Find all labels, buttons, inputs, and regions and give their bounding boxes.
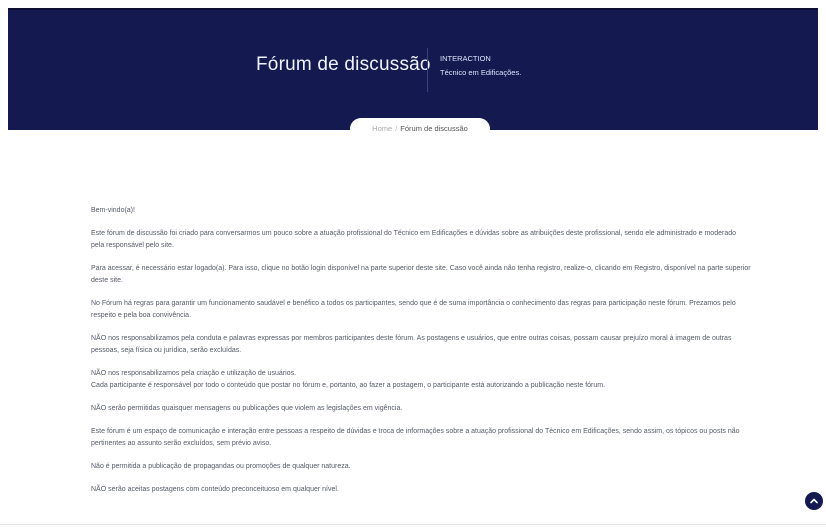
paragraph-welcome: Bem-vindo(a)! <box>91 207 135 214</box>
hero-side-text: INTERACTION Técnico em Edificações. <box>440 52 521 80</box>
breadcrumb: Home / Fórum de discussão <box>350 118 490 140</box>
breadcrumb-home-link[interactable]: Home <box>372 124 392 133</box>
paragraph-prejudice: NÃO serão aceitas postagens com conteúdo… <box>91 486 339 493</box>
paragraph-users-line2: Cada participante é responsável por todo… <box>91 382 606 389</box>
paragraph-conduct: NÃO nos responsabilizamos pela conduta e… <box>91 335 732 354</box>
paragraph-ads: Não é permitida a publicação de propagan… <box>91 463 351 470</box>
bottom-divider <box>0 524 826 525</box>
hero-banner: Fórum de discussão INTERACTION Técnico e… <box>8 8 818 130</box>
paragraph-legislation: NÃO serão permitidas quaisquer mensagens… <box>91 405 403 412</box>
chevron-up-icon <box>810 498 818 504</box>
paragraph-access: Para acessar, é necessário estar logado(… <box>91 265 751 284</box>
page-title: Fórum de discussão <box>256 54 431 75</box>
paragraph-purpose: Este fórum é um espaço de comunicação e … <box>91 428 740 447</box>
top-strip <box>0 0 826 8</box>
paragraph-users-line1: NÃO nos responsabilizamos pela criação e… <box>91 370 297 377</box>
breadcrumb-separator: / <box>395 124 398 133</box>
hero-side-line2: Técnico em Edificações. <box>440 68 522 77</box>
paragraph-users: NÃO nos responsabilizamos pela criação e… <box>91 368 751 392</box>
hero-side-line1: INTERACTION <box>440 54 491 63</box>
forum-page: Fórum de discussão INTERACTION Técnico e… <box>0 0 826 529</box>
breadcrumb-current: Fórum de discussão <box>400 124 468 133</box>
scroll-to-top-button[interactable] <box>805 492 823 510</box>
paragraph-intro: Este fórum de discussão foi criado para … <box>91 230 737 249</box>
paragraph-rules: No Fórum há regras para garantir um func… <box>91 300 736 319</box>
hero-divider <box>427 48 428 92</box>
forum-rules-text: Bem-vindo(a)! Este fórum de discussão fo… <box>91 205 751 507</box>
